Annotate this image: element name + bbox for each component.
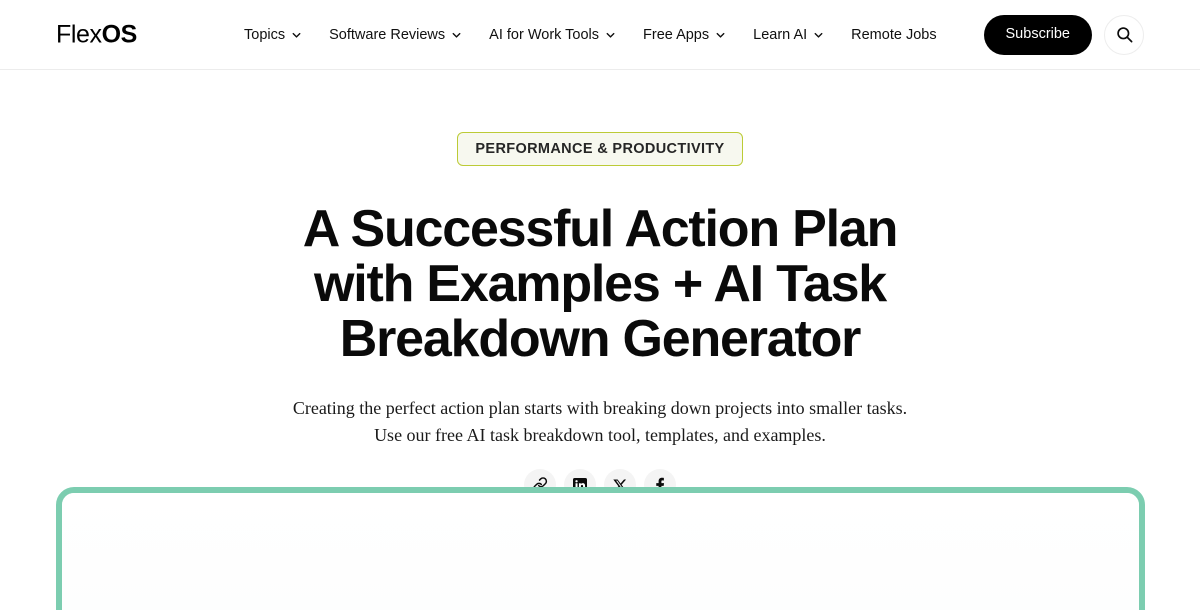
search-button[interactable] (1104, 14, 1144, 55)
nav-item-label: Free Apps (643, 26, 710, 43)
nav-item-ai-for-work-tools[interactable]: AI for Work Tools (489, 27, 617, 42)
ai-task-breakdown-tool-panel[interactable] (56, 487, 1145, 610)
site-header: FlexOS Topics Software Reviews AI for Wo… (0, 0, 1200, 70)
site-logo[interactable]: FlexOS (56, 22, 137, 47)
chevron-down-icon (604, 29, 617, 42)
header-actions: Subscribe (983, 14, 1144, 55)
tool-panel-content (62, 493, 1139, 610)
hero-subtitle: Creating the perfect action plan starts … (220, 395, 980, 449)
nav-item-topics[interactable]: Topics (244, 27, 303, 42)
chevron-down-icon (714, 29, 727, 42)
nav-item-learn-ai[interactable]: Learn AI (753, 27, 825, 42)
logo-text-light: Flex (56, 20, 102, 48)
hero-section: PERFORMANCE & PRODUCTIVITY A Successful … (0, 70, 1200, 502)
chevron-down-icon (450, 29, 463, 42)
page-title: A Successful Action Plan with Examples +… (302, 200, 899, 369)
nav-item-label: Software Reviews (329, 26, 446, 43)
subscribe-button[interactable]: Subscribe (983, 14, 1092, 55)
chevron-down-icon (290, 29, 303, 42)
nav-item-label: Topics (244, 26, 286, 43)
nav-item-label: Remote Jobs (851, 26, 937, 43)
category-badge[interactable]: PERFORMANCE & PRODUCTIVITY (457, 132, 743, 166)
chevron-down-icon (812, 29, 825, 42)
search-icon (1115, 25, 1134, 44)
logo-text-bold: OS (101, 20, 138, 48)
hero-subtitle-line-1: Creating the perfect action plan starts … (292, 398, 908, 419)
nav-item-free-apps[interactable]: Free Apps (643, 27, 727, 42)
nav-item-software-reviews[interactable]: Software Reviews (329, 27, 463, 42)
hero-subtitle-line-2: Use our free AI task breakdown tool, tem… (374, 425, 826, 446)
nav-item-remote-jobs[interactable]: Remote Jobs (851, 27, 936, 42)
nav-item-label: Learn AI (753, 26, 808, 43)
page-root: FlexOS Topics Software Reviews AI for Wo… (0, 0, 1200, 610)
main-navigation: Topics Software Reviews AI for Work Tool… (244, 27, 937, 42)
nav-item-label: AI for Work Tools (489, 26, 600, 43)
